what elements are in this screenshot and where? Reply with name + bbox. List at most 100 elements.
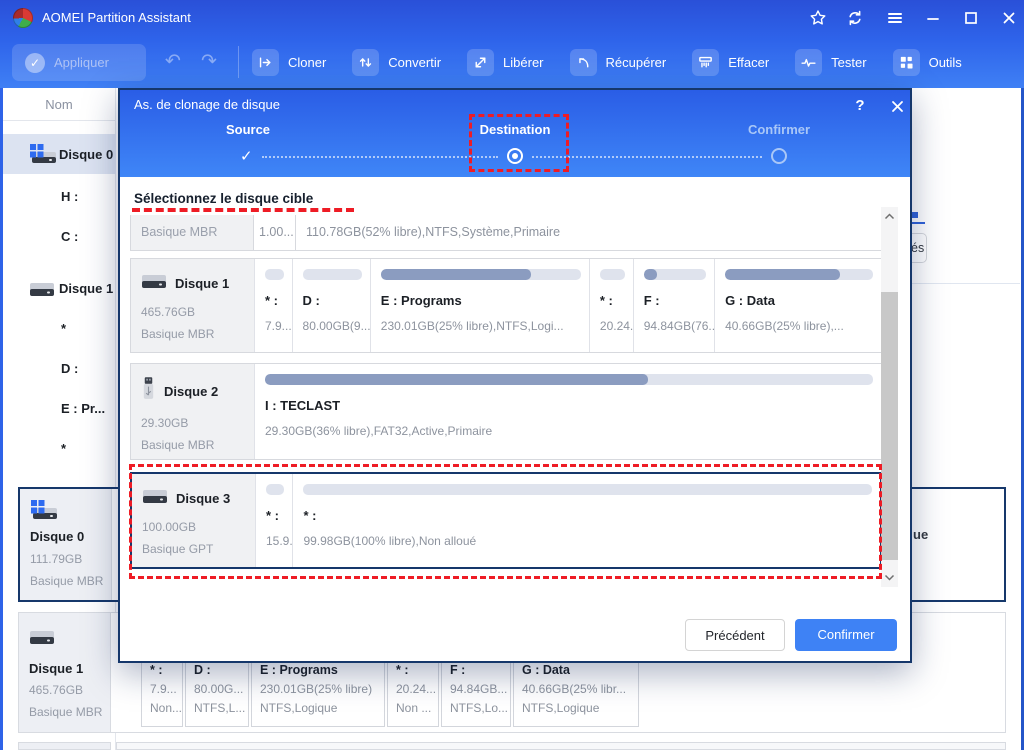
partition-cell: * : 20.24... <box>590 259 634 352</box>
bg-partition-text: * : <box>396 663 409 677</box>
partition-usage-bar <box>643 269 707 280</box>
disk-type: Basique GPT <box>142 542 214 556</box>
target-disk-row-disque-3[interactable]: Disque 3 100.00GB Basique GPT * :15.9...* :… <box>130 472 882 569</box>
sidebar-item-label: * <box>61 440 67 456</box>
bg-disk1-type: Basique MBR <box>29 705 103 719</box>
help-icon[interactable]: ? <box>849 95 871 117</box>
apply-check-icon <box>25 52 45 73</box>
bg-partition-box[interactable]: F : 94.84GB... NTFS,Lo... <box>441 656 511 727</box>
target-disk-row-disque-1[interactable]: Disque 1 465.76GB Basique MBR * : 7.9... D : 8… <box>130 258 882 353</box>
bg-partition-box[interactable]: G : Data 40.66GB(25% libr... NTFS,Logique <box>513 656 639 727</box>
partition-info: 80.00GB(9... <box>302 319 371 333</box>
step-label-destination: Destination <box>479 122 551 137</box>
partition-cell: * : 15.9... <box>256 474 294 567</box>
disk-info-head: Disque 1 <box>141 271 246 295</box>
confirm-button[interactable]: Confirmer <box>795 619 897 651</box>
bg-button-fragment[interactable]: és <box>911 233 927 263</box>
toolbar-item-tester[interactable]: Tester <box>795 48 867 76</box>
partition-usage-bar <box>265 269 284 280</box>
disk-windows-icon <box>30 499 58 527</box>
bg-disk0-panel[interactable]: Disque 0 111.79GB Basique MBR <box>20 489 112 600</box>
toolbar-item-label: Outils <box>928 54 962 70</box>
bg-partition-box[interactable]: * : 7.9... Non... <box>141 656 183 727</box>
previous-button[interactable]: Précédent <box>685 619 785 651</box>
scroll-up-icon[interactable] <box>881 207 898 226</box>
partition-label: * : <box>265 293 278 308</box>
target-disk-row-disque-2[interactable]: Disque 2 29.30GB Basique MBR I : TECLAST 29.… <box>130 363 882 460</box>
menu-icon[interactable] <box>883 6 907 30</box>
toolbar-item-effacer[interactable]: Effacer <box>692 48 770 76</box>
toolbar-item-cloner[interactable]: Cloner <box>252 48 327 76</box>
disk-type: Basique MBR <box>141 438 215 452</box>
partition-label: * : <box>599 293 613 308</box>
sidebar-item-h[interactable]: H : <box>3 176 116 216</box>
partition-info: 7.9... <box>265 319 292 333</box>
toolbar-item-outils[interactable]: Outils <box>892 48 962 76</box>
sidebar-item-c[interactable]: C : <box>3 216 116 256</box>
bg-next-row-fragment <box>116 742 1006 750</box>
bg-disk1-panel[interactable]: Disque 1 465.76GB Basique MBR <box>19 613 111 732</box>
dialog-title: As. de clonage de disque <box>134 97 280 112</box>
bg-partition-box[interactable]: D : 80.00G... NTFS,L... <box>185 656 249 727</box>
partition-label: * : <box>266 508 279 523</box>
maximize-icon[interactable] <box>959 6 983 30</box>
wipe-shredder-icon <box>692 48 720 76</box>
bg-partition-text: NTFS,L... <box>194 701 246 715</box>
partition-info: 94.84GB(76... <box>643 319 716 333</box>
partition-label: F : <box>643 293 660 308</box>
partition-info: 40.66GB(25% libre),... <box>725 319 844 333</box>
bg-partition-text: 40.66GB(25% libr... <box>522 682 627 696</box>
minimize-icon[interactable] <box>921 6 945 30</box>
disk-icon <box>141 271 167 295</box>
bg-partition-text: F : <box>450 663 466 677</box>
disk-size: 100.00GB <box>142 520 197 534</box>
partition-info: 20.24... <box>599 319 634 333</box>
favorite-star-icon[interactable] <box>806 6 830 30</box>
toolbar-item-convertir[interactable]: Convertir <box>352 48 441 76</box>
window-left-border <box>0 88 3 750</box>
close-icon[interactable] <box>997 6 1021 30</box>
bg-partition-text: 230.01GB(25% libre) <box>260 682 373 696</box>
tools-grid-icon <box>892 48 920 76</box>
sidebar-item-star[interactable]: * <box>3 308 116 348</box>
toolbar-item-liberer[interactable]: Libérer <box>467 48 544 76</box>
step-upcoming-circle-icon <box>771 148 787 164</box>
dialog-close-icon[interactable] <box>886 95 908 117</box>
sidebar-item-star[interactable]: * <box>3 428 116 468</box>
apply-button-label: Appliquer <box>54 55 109 70</box>
select-target-disk-label: Sélectionnez le disque cible <box>134 191 314 206</box>
disk-list-scrollbar[interactable] <box>881 207 898 587</box>
toolbar-item-recuperer[interactable]: Récupérer <box>569 48 666 76</box>
partition-usage-fill <box>265 374 649 385</box>
scrollbar-thumb[interactable] <box>881 292 898 560</box>
bg-disk0-name: Disque 0 <box>30 529 85 544</box>
bg-partition-text: 7.9... <box>150 682 177 696</box>
sidebar-item-d[interactable]: D : <box>3 348 116 388</box>
partition-label: I : TECLAST <box>265 398 341 413</box>
sidebar-item-label: * <box>61 320 67 336</box>
scroll-down-icon[interactable] <box>881 568 898 587</box>
sidebar-item-disque0[interactable]: Disque 0 <box>3 134 116 174</box>
disk0-type-cell: Basique MBR <box>130 215 254 251</box>
redo-icon[interactable] <box>196 48 222 74</box>
step-connector <box>262 156 498 158</box>
partition-info: 230.01GB(25% libre),NTFS,Logi... <box>380 319 564 333</box>
bg-disk1-size: 465.76GB <box>29 683 84 697</box>
bg-partition-box[interactable]: E : Programs 230.01GB(25% libre) NTFS,Logi… <box>251 656 385 727</box>
bg-partition-box[interactable]: * : 20.24... Non ... <box>387 656 439 727</box>
select-label-highlight-underline <box>132 208 354 213</box>
bg-partition-text: 94.84GB... <box>450 682 508 696</box>
sidebar-column-header: Nom <box>3 88 115 121</box>
sync-icon[interactable] <box>843 6 867 30</box>
sidebar-item-label: Disque 0 <box>59 146 114 162</box>
partition-info: 99.98GB(100% libre),Non alloué <box>303 534 477 548</box>
toolbar-item-label: Effacer <box>728 54 770 70</box>
sidebar-item-disque1[interactable]: Disque 1 <box>3 268 116 308</box>
disk0-row-partial[interactable]: Basique MBR 1.00... 110.78GB(52% libre),… <box>130 215 882 251</box>
toolbar-item-label: Cloner <box>288 54 327 70</box>
sidebar-item-epr[interactable]: E : Pr... <box>3 388 116 428</box>
apply-button[interactable]: Appliquer <box>12 44 146 81</box>
disk-info-head: Disque 3 <box>142 486 247 510</box>
undo-icon[interactable] <box>160 48 186 74</box>
disk-icon <box>29 279 59 298</box>
